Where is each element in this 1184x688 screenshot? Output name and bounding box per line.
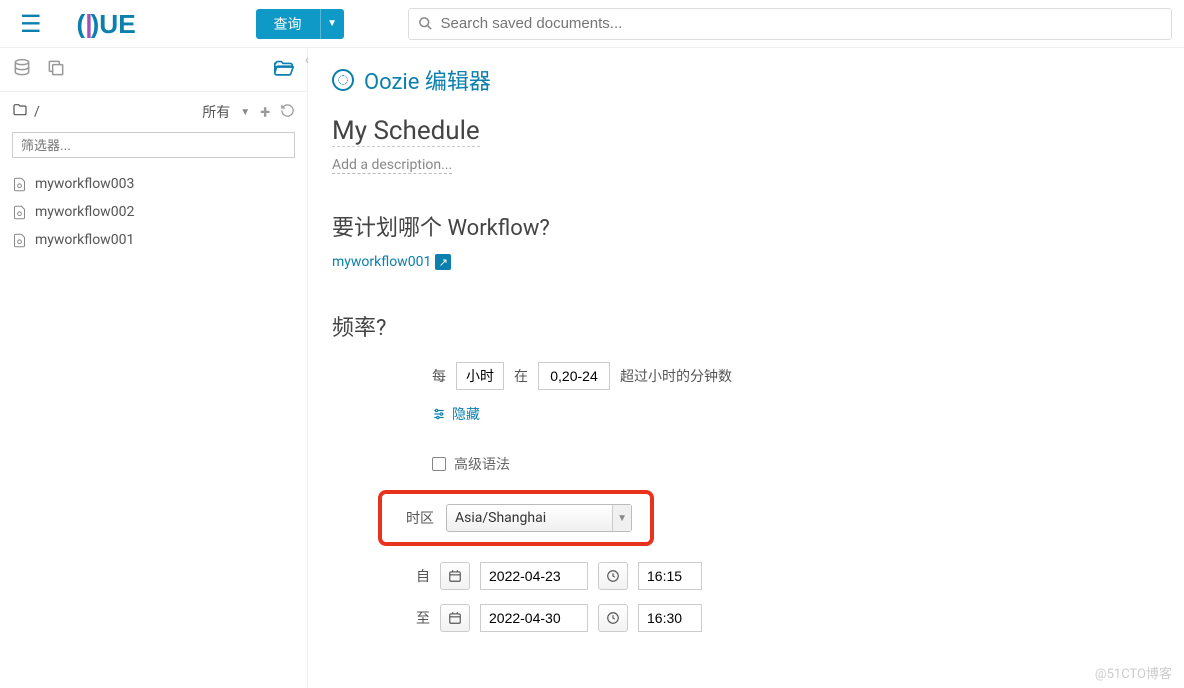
freq-every-label: 每 xyxy=(432,366,446,386)
file-item[interactable]: myworkflow002 xyxy=(12,198,295,226)
hide-label: 隐藏 xyxy=(452,404,480,424)
database-icon[interactable] xyxy=(12,58,32,82)
add-icon[interactable]: + xyxy=(260,102,270,123)
calendar-icon[interactable] xyxy=(440,562,470,590)
calendar-icon[interactable] xyxy=(440,604,470,632)
editor-header: Oozie 编辑器 xyxy=(332,64,1160,96)
to-time-input[interactable] xyxy=(638,604,702,632)
from-time-input[interactable] xyxy=(638,562,702,590)
folder-icon[interactable] xyxy=(12,102,28,122)
advanced-syntax-row: 高级语法 xyxy=(432,454,1160,474)
filter-all-label[interactable]: 所有 xyxy=(202,102,230,122)
file-item[interactable]: myworkflow001 xyxy=(12,226,295,254)
advanced-syntax-label: 高级语法 xyxy=(454,454,510,474)
from-row: 自 xyxy=(388,562,1160,590)
schedule-name[interactable]: My Schedule xyxy=(332,116,480,147)
sidebar-file-list: myworkflow003 myworkflow002 myworkflow00… xyxy=(0,166,307,258)
query-button[interactable]: 查询 xyxy=(256,9,320,39)
add-description-link[interactable]: Add a description... xyxy=(332,157,452,174)
sidebar-filter xyxy=(0,132,307,166)
clock-icon[interactable] xyxy=(598,562,628,590)
sidebar-path-row: / 所有 ▼ + xyxy=(0,92,307,132)
timezone-value: Asia/Shanghai xyxy=(455,510,546,526)
file-name: myworkflow002 xyxy=(35,204,134,220)
clock-icon[interactable] xyxy=(598,604,628,632)
freq-value-input[interactable] xyxy=(538,362,610,390)
chevron-down-icon: ▼ xyxy=(612,505,631,531)
which-workflow-title: 要计划哪个 Workflow? xyxy=(332,210,1160,242)
watermark: @51CTO博客 xyxy=(1095,663,1172,682)
copy-icon[interactable] xyxy=(46,58,66,82)
timezone-highlight: 时区 Asia/Shanghai ▼ xyxy=(378,490,654,546)
search-icon xyxy=(418,16,433,35)
timezone-label: 时区 xyxy=(392,508,434,528)
to-date-input[interactable] xyxy=(480,604,588,632)
document-icon xyxy=(12,177,27,192)
file-item[interactable]: myworkflow003 xyxy=(12,170,295,198)
search-input[interactable] xyxy=(408,8,1172,40)
file-name: myworkflow001 xyxy=(35,232,134,248)
svg-text:)UE: )UE xyxy=(90,10,135,38)
timezone-select[interactable]: Asia/Shanghai ▼ xyxy=(446,504,632,532)
query-dropdown-button[interactable]: ▼ xyxy=(320,9,344,39)
advanced-syntax-checkbox[interactable] xyxy=(432,457,446,471)
external-link-icon: ↗ xyxy=(435,254,451,270)
document-icon xyxy=(12,233,27,248)
hide-link[interactable]: 隐藏 xyxy=(432,404,1160,424)
sidebar: ‹ / 所有 ▼ + mywo xyxy=(0,48,308,688)
query-button-group: 查询 ▼ xyxy=(256,9,344,39)
search-wrap xyxy=(408,8,1172,40)
collapse-sidebar-icon[interactable]: ‹ xyxy=(305,52,309,68)
sidebar-top-icons xyxy=(0,48,307,92)
svg-text:(: ( xyxy=(76,10,85,38)
editor-title: Oozie 编辑器 xyxy=(364,64,491,96)
freq-suffix-label: 超过小时的分钟数 xyxy=(620,366,732,386)
freq-at-label: 在 xyxy=(514,366,528,386)
oozie-icon xyxy=(332,69,354,91)
to-label: 至 xyxy=(388,608,430,628)
to-row: 至 xyxy=(388,604,1160,632)
selected-workflow-link[interactable]: myworkflow001 ↗ xyxy=(332,254,451,270)
folder-open-icon[interactable] xyxy=(273,57,295,83)
filter-input[interactable] xyxy=(12,132,295,158)
path-text[interactable]: / xyxy=(34,104,40,120)
chevron-down-icon[interactable]: ▼ xyxy=(240,107,250,118)
frequency-row: 每 在 超过小时的分钟数 xyxy=(432,362,1160,390)
freq-unit-input[interactable] xyxy=(456,362,504,390)
frequency-title: 频率? xyxy=(332,310,1160,342)
file-name: myworkflow003 xyxy=(35,176,134,192)
document-icon xyxy=(12,205,27,220)
from-label: 自 xyxy=(388,566,430,586)
top-bar: ☰ ( | )UE 查询 ▼ xyxy=(0,0,1184,48)
hamburger-icon[interactable]: ☰ xyxy=(12,10,50,38)
from-date-input[interactable] xyxy=(480,562,588,590)
content-area: Oozie 编辑器 My Schedule Add a description.… xyxy=(308,48,1184,688)
workflow-name: myworkflow001 xyxy=(332,254,431,270)
hue-logo[interactable]: ( | )UE xyxy=(74,10,184,38)
refresh-icon[interactable] xyxy=(280,103,295,122)
sliders-icon xyxy=(432,407,446,421)
